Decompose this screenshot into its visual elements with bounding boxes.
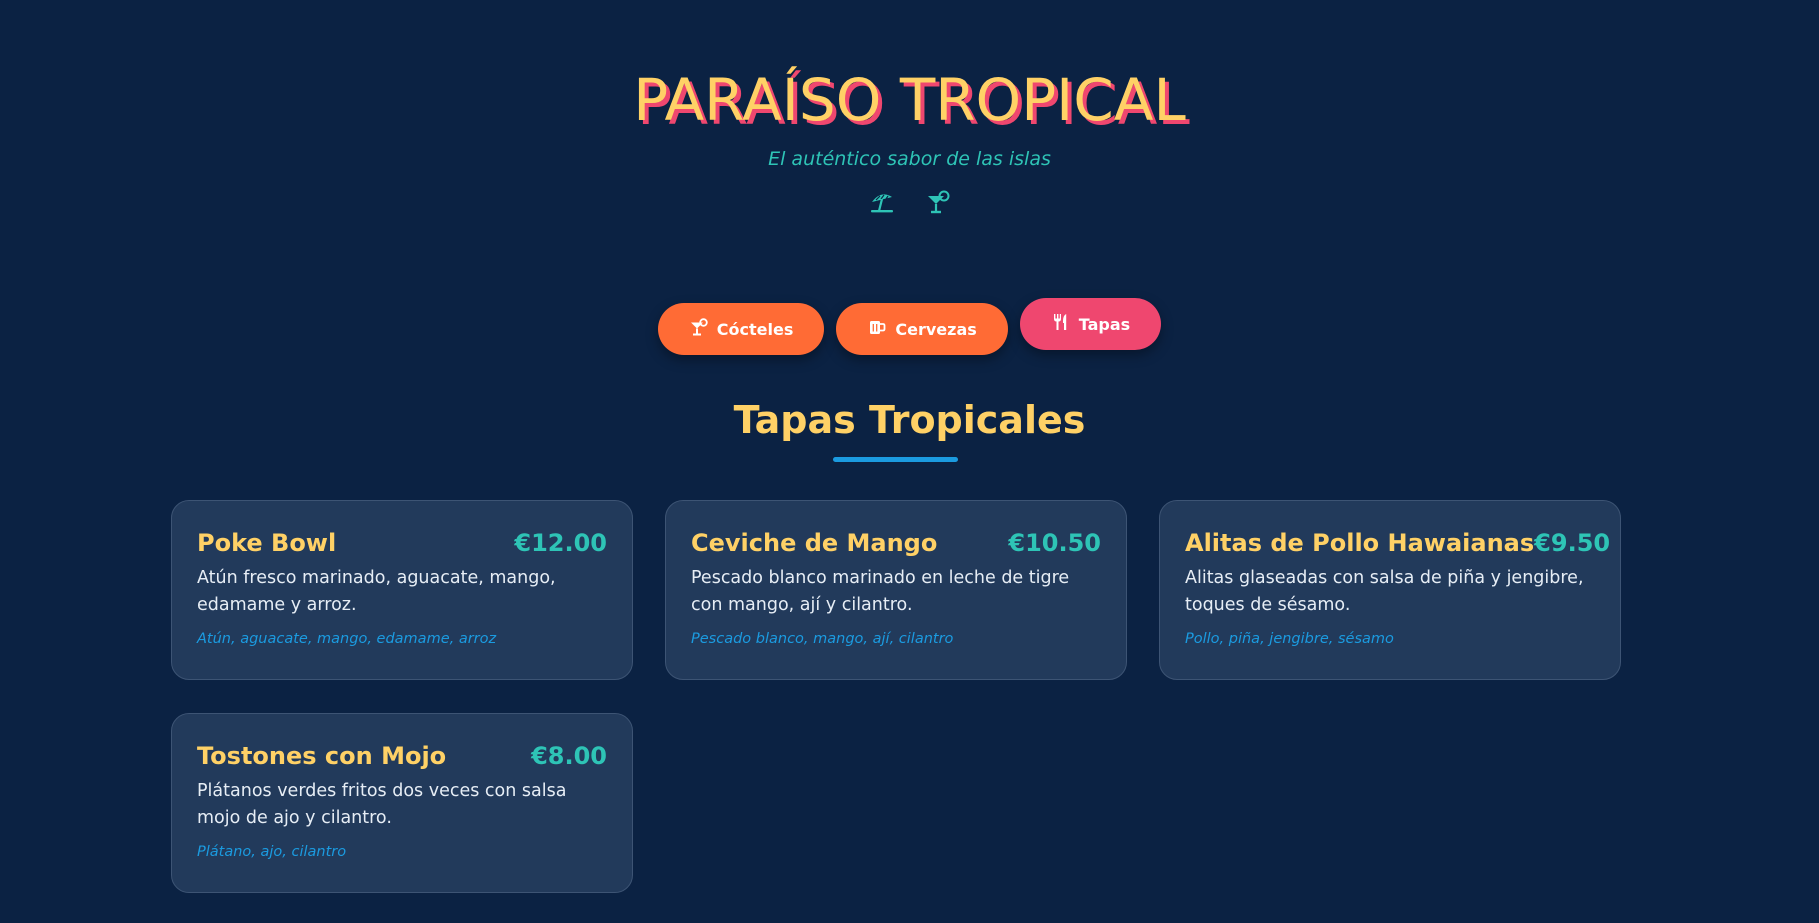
item-ingredients: Pescado blanco, mango, ají, cilantro	[691, 631, 954, 647]
item-ingredients: Plátano, ajo, cilantro	[197, 844, 347, 860]
item-name: Tostones con Mojo	[197, 742, 447, 770]
category-tabs: Cócteles Cervezas Tapas	[0, 298, 1819, 355]
brand-title: PARAÍSO TROPICAL	[633, 66, 1186, 134]
card-header: Poke Bowl €12.00	[197, 529, 607, 557]
item-ingredients: Atún, aguacate, mango, edamame, arroz	[197, 631, 497, 647]
menu-page: PARAÍSO TROPICAL El auténtico sabor de l…	[0, 0, 1819, 923]
card-header: Ceviche de Mango €10.50	[691, 529, 1101, 557]
item-description: Plátanos verdes fritos dos veces con sal…	[197, 781, 567, 828]
utensils-icon	[1051, 312, 1071, 336]
item-description: Alitas glaseadas con salsa de piña y jen…	[1185, 568, 1584, 615]
menu-item-card[interactable]: Poke Bowl €12.00 Atún fresco marinado, a…	[171, 500, 633, 680]
tab-label: Tapas	[1078, 314, 1131, 334]
item-ingredients: Pollo, piña, jengibre, sésamo	[1185, 631, 1394, 647]
tab-label: Cervezas	[895, 319, 977, 339]
tab-cocteles[interactable]: Cócteles	[657, 303, 825, 355]
tagline: El auténtico sabor de las islas	[768, 148, 1051, 170]
item-price: €9.50	[1534, 529, 1611, 557]
beer-mug-icon	[867, 317, 887, 341]
menu-grid: Poke Bowl €12.00 Atún fresco marinado, a…	[171, 500, 1621, 893]
menu-item-card[interactable]: Alitas de Pollo Hawaianas €9.50 Alitas g…	[1159, 500, 1621, 680]
site-header: PARAÍSO TROPICAL El auténtico sabor de l…	[0, 62, 1819, 221]
item-price: €8.00	[531, 742, 607, 770]
cocktail-icon	[924, 188, 952, 221]
tab-tapas[interactable]: Tapas	[1019, 298, 1162, 350]
item-price: €10.50	[1008, 529, 1101, 557]
header-icons	[0, 188, 1819, 221]
item-name: Alitas de Pollo Hawaianas	[1185, 529, 1535, 557]
tab-cervezas[interactable]: Cervezas	[836, 303, 1008, 355]
section-title: Tapas Tropicales	[733, 398, 1086, 442]
title-underline	[833, 457, 958, 462]
umbrella-beach-icon	[868, 188, 896, 221]
cocktail-icon	[689, 317, 709, 341]
item-name: Poke Bowl	[197, 529, 337, 557]
menu-item-card[interactable]: Tostones con Mojo €8.00 Plátanos verdes …	[171, 713, 633, 893]
card-header: Alitas de Pollo Hawaianas €9.50	[1185, 529, 1610, 557]
menu-item-card[interactable]: Ceviche de Mango €10.50 Pescado blanco m…	[665, 500, 1127, 680]
item-name: Ceviche de Mango	[691, 529, 938, 557]
item-description: Atún fresco marinado, aguacate, mango, e…	[197, 568, 556, 615]
item-price: €12.00	[514, 529, 607, 557]
tab-label: Cócteles	[716, 319, 794, 339]
card-header: Tostones con Mojo €8.00	[197, 742, 607, 770]
item-description: Pescado blanco marinado en leche de tigr…	[691, 568, 1070, 615]
